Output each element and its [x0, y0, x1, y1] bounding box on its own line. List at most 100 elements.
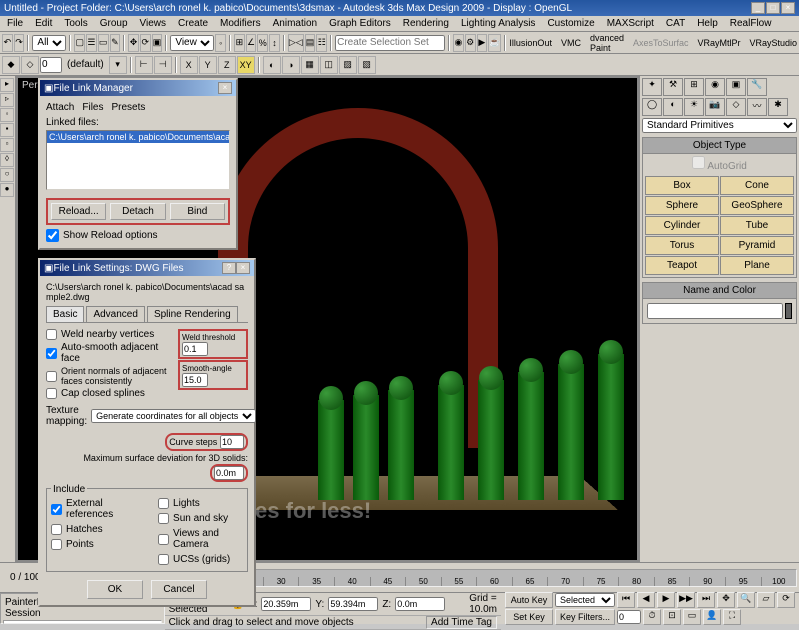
shape-tab[interactable]: ◐: [663, 98, 683, 116]
select-region[interactable]: ▭: [98, 34, 109, 52]
undo-button[interactable]: ↶: [2, 34, 13, 52]
tab-basic[interactable]: Basic: [46, 306, 84, 322]
tab-btn[interactable]: ◦: [0, 108, 14, 122]
listener-input[interactable]: [3, 620, 162, 624]
misc-btn-6[interactable]: ▧: [358, 56, 376, 74]
close-button[interactable]: ×: [781, 2, 795, 14]
paint-select[interactable]: ✎: [110, 34, 121, 52]
render-frame[interactable]: ▶: [477, 34, 488, 52]
cone-button[interactable]: Cone: [720, 176, 794, 195]
maximize-button[interactable]: □: [766, 2, 780, 14]
helper-tab[interactable]: ◇: [726, 98, 746, 116]
select-name[interactable]: ☰: [86, 34, 97, 52]
nav-fov-button[interactable]: ▱: [757, 592, 775, 608]
smooth-angle-input[interactable]: [182, 373, 208, 387]
pivot-button[interactable]: ◦: [215, 34, 226, 52]
linked-files-list[interactable]: C:\Users\arch ronel k. pabico\Documents\…: [46, 130, 230, 190]
nav-zoom-ext-button[interactable]: ⊡: [663, 609, 681, 625]
plugin-item[interactable]: dvanced Paint: [590, 33, 624, 53]
orient-checkbox[interactable]: [46, 371, 57, 382]
menu-create[interactable]: Create: [173, 17, 213, 30]
tab-btn[interactable]: ▸: [0, 78, 14, 92]
menu-animation[interactable]: Animation: [268, 17, 322, 30]
primitive-type-dropdown[interactable]: Standard Primitives: [642, 118, 797, 133]
autogrid-row[interactable]: AutoGrid: [643, 154, 796, 174]
texture-dropdown[interactable]: Generate coordinates for all objects: [91, 409, 256, 423]
y-axis[interactable]: Y: [199, 56, 217, 74]
tab-btn[interactable]: ▹: [0, 93, 14, 107]
pyramid-button[interactable]: Pyramid: [720, 236, 794, 255]
views-checkbox[interactable]: [158, 534, 169, 545]
dialog-close-button[interactable]: ×: [236, 262, 250, 274]
sunsky-checkbox[interactable]: [158, 513, 169, 524]
menu-file[interactable]: File: [2, 17, 28, 30]
points-checkbox[interactable]: [51, 539, 62, 550]
plugin-item[interactable]: VMC: [561, 38, 581, 48]
dialog-close-button[interactable]: ×: [218, 82, 232, 94]
teapot-button[interactable]: Teapot: [645, 256, 719, 275]
snap-toggle[interactable]: ⊞: [234, 34, 245, 52]
autokey-button[interactable]: Auto Key: [505, 592, 553, 608]
camera-tab[interactable]: 📷: [705, 98, 725, 116]
cylinder-button[interactable]: Cylinder: [645, 216, 719, 235]
selection-set-input[interactable]: [335, 35, 445, 51]
material-editor[interactable]: ◉: [453, 34, 464, 52]
y-coord-input[interactable]: [328, 597, 378, 611]
quick-render[interactable]: ☕: [488, 34, 501, 52]
plugin-item[interactable]: VRayStudio: [750, 38, 798, 48]
misc-btn-1[interactable]: ◐: [263, 56, 281, 74]
max-dev-input[interactable]: [214, 466, 244, 480]
autosmooth-checkbox[interactable]: [46, 348, 57, 359]
object-name-input[interactable]: [647, 303, 783, 319]
torus-button[interactable]: Torus: [645, 236, 719, 255]
menu-group[interactable]: Group: [95, 17, 133, 30]
misc-btn-2[interactable]: ◑: [282, 56, 300, 74]
motion-tab[interactable]: ◉: [705, 78, 725, 96]
light-tab[interactable]: ☀: [684, 98, 704, 116]
dialog-help-button[interactable]: ?: [222, 262, 236, 274]
time-config-button[interactable]: ⏱: [643, 609, 661, 625]
menu-maxscript[interactable]: MAXScript: [602, 17, 659, 30]
tab-attach[interactable]: Attach: [46, 102, 74, 113]
keymode-btn[interactable]: ▾: [109, 56, 127, 74]
reload-button[interactable]: Reload...: [51, 203, 106, 220]
geom-tab[interactable]: ◯: [642, 98, 662, 116]
lights-checkbox[interactable]: [158, 498, 169, 509]
z-axis[interactable]: Z: [218, 56, 236, 74]
ref-coord-dropdown[interactable]: View: [170, 35, 214, 51]
cancel-button[interactable]: Cancel: [151, 580, 207, 599]
misc-btn-3[interactable]: ▦: [301, 56, 319, 74]
percent-snap[interactable]: %: [257, 34, 268, 52]
list-item[interactable]: C:\Users\arch ronel k. pabico\Documents\…: [47, 131, 229, 143]
rotate-tool[interactable]: ⟳: [140, 34, 151, 52]
menu-realflow[interactable]: RealFlow: [725, 17, 777, 30]
ucs-checkbox[interactable]: [158, 554, 169, 565]
keyfilters-button[interactable]: Key Filters...: [555, 609, 615, 625]
tab-btn[interactable]: ○: [0, 168, 14, 182]
tab-btn[interactable]: ◊: [0, 153, 14, 167]
mirror-button[interactable]: ▷◁: [288, 34, 304, 52]
nav-pan-button[interactable]: ✥: [717, 592, 735, 608]
tab-btn[interactable]: ▪: [0, 123, 14, 137]
select-tool[interactable]: ▢: [74, 34, 85, 52]
sphere-button[interactable]: Sphere: [645, 196, 719, 215]
frame-number-input[interactable]: [40, 57, 62, 73]
play-button[interactable]: ▶: [657, 592, 675, 608]
x-axis[interactable]: X: [180, 56, 198, 74]
plugin-item[interactable]: AxesToSurfac: [633, 38, 689, 48]
bind-button[interactable]: Bind: [170, 203, 225, 220]
menu-tools[interactable]: Tools: [59, 17, 92, 30]
scale-tool[interactable]: ▣: [152, 34, 163, 52]
menu-views[interactable]: Views: [135, 17, 172, 30]
render-setup[interactable]: ⚙: [465, 34, 476, 52]
nav-orbit-button[interactable]: ⟳: [777, 592, 795, 608]
system-tab[interactable]: ✱: [768, 98, 788, 116]
color-swatch[interactable]: [785, 303, 792, 319]
menu-rendering[interactable]: Rendering: [398, 17, 454, 30]
display-tab[interactable]: ▣: [726, 78, 746, 96]
plugin-item[interactable]: IllusionOut: [509, 38, 552, 48]
redo-button[interactable]: ↷: [14, 34, 25, 52]
modify-tab[interactable]: ⚒: [663, 78, 683, 96]
detach-button[interactable]: Detach: [110, 203, 165, 220]
tab-advanced[interactable]: Advanced: [86, 306, 144, 322]
